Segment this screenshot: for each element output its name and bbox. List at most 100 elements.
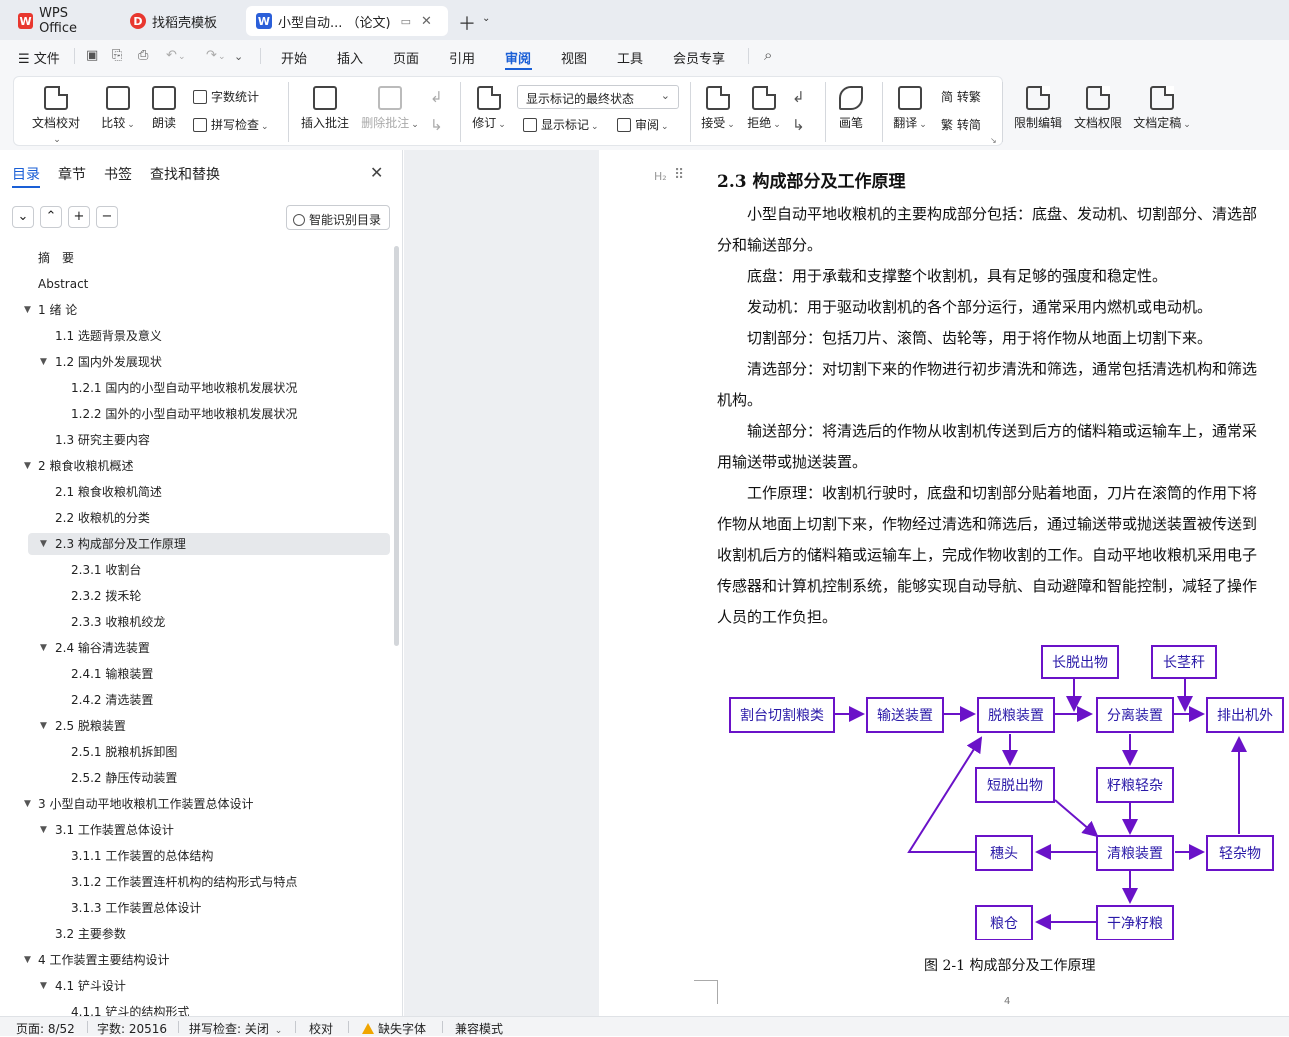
proof-status[interactable]: 校对 bbox=[309, 1020, 333, 1037]
expand-toggle-icon[interactable]: ▼ bbox=[24, 454, 31, 478]
toc-item[interactable]: 4 工作装置主要结构设计 bbox=[38, 948, 169, 972]
page-indicator[interactable]: 页面: 8/52 bbox=[16, 1020, 75, 1037]
expand-button[interactable]: ⌃ bbox=[40, 206, 62, 228]
next-comment-icon[interactable]: ↳ bbox=[430, 116, 443, 134]
finalize-button[interactable]: 文档定稿 ⌄ bbox=[1132, 86, 1192, 131]
menu-insert[interactable]: 插入 bbox=[337, 48, 363, 67]
toc-item[interactable]: 3.1.2 工作装置连杆机构的结构形式与特点 bbox=[71, 870, 297, 894]
spell-check-button[interactable]: 拼写检查 ⌄ bbox=[193, 116, 269, 133]
expand-toggle-icon[interactable]: ▼ bbox=[40, 714, 47, 738]
toc-item[interactable]: 1.2.2 国外的小型自动平地收粮机发展状况 bbox=[71, 402, 297, 426]
close-tab-icon[interactable]: ✕ bbox=[421, 14, 432, 29]
markup-state-select[interactable]: 显示标记的最终状态 ⌄ bbox=[517, 85, 679, 109]
toc-item[interactable]: 2.5.1 脱粮机拆卸图 bbox=[71, 740, 177, 764]
chevron-down-icon[interactable]: ⌄ bbox=[482, 13, 490, 24]
toc-item[interactable]: Abstract bbox=[38, 272, 88, 296]
save-icon[interactable]: ▣ bbox=[86, 48, 98, 63]
toc-item[interactable]: 2.1 粮食收粮机简述 bbox=[55, 480, 162, 504]
tab-bookmarks[interactable]: 书签 bbox=[104, 164, 132, 184]
toc-item[interactable]: 3.1.1 工作装置的总体结构 bbox=[71, 844, 213, 868]
toc-item[interactable]: 2.3 构成部分及工作原理 bbox=[55, 532, 186, 556]
redo-icon[interactable]: ↷ bbox=[206, 48, 217, 63]
toc-item[interactable]: 3.2 主要参数 bbox=[55, 922, 126, 946]
word-count-indicator[interactable]: 字数: 20516 bbox=[97, 1020, 167, 1037]
document-page[interactable]: H₂ ⠿ 2.3 构成部分及工作原理 小型自动平地收粮机的主要构成部分包括：底盘… bbox=[599, 150, 1289, 1016]
translate-button[interactable]: 翻译 ⌄ bbox=[892, 86, 928, 131]
toc-item[interactable]: 1.2 国内外发展现状 bbox=[55, 350, 162, 374]
simplified-convert-button[interactable]: 繁 转简 bbox=[941, 116, 981, 133]
missing-font-status[interactable]: 缺失字体 bbox=[362, 1020, 426, 1037]
expand-toggle-icon[interactable]: ▼ bbox=[40, 974, 47, 998]
next-change-icon[interactable]: ↳ bbox=[792, 116, 805, 134]
toc-item[interactable]: 2.4.1 输粮装置 bbox=[71, 662, 153, 686]
toc-item[interactable]: 4.1.1 铲斗的结构形式 bbox=[71, 1000, 189, 1016]
toc-item[interactable]: 2.3.3 收粮机绞龙 bbox=[71, 610, 165, 634]
accept-button[interactable]: 接受 ⌄ bbox=[700, 86, 736, 131]
show-markup-button[interactable]: 显示标记 ⌄ bbox=[523, 116, 599, 133]
scrollbar[interactable] bbox=[394, 246, 399, 646]
menu-membership[interactable]: 会员专享 bbox=[673, 48, 725, 67]
expand-toggle-icon[interactable]: ▼ bbox=[24, 298, 31, 322]
restrict-edit-button[interactable]: 限制编辑 bbox=[1012, 86, 1064, 131]
toc-item[interactable]: 2.2 收粮机的分类 bbox=[55, 506, 150, 530]
menu-home[interactable]: 开始 bbox=[281, 48, 307, 67]
toc-item[interactable]: 2 粮食收粮机概述 bbox=[38, 454, 133, 478]
tab-toc[interactable]: 目录 bbox=[12, 164, 40, 184]
export-icon[interactable]: ⎘ bbox=[112, 48, 122, 63]
pen-button[interactable]: 画笔 bbox=[835, 86, 867, 131]
smart-toc-button[interactable]: 智能识别目录 bbox=[286, 205, 390, 230]
delete-comment-button[interactable]: 删除批注 ⌄ bbox=[360, 86, 420, 131]
undo-icon[interactable]: ↶ bbox=[166, 48, 177, 63]
expand-toggle-icon[interactable]: ▼ bbox=[40, 532, 47, 556]
redo-menu-icon[interactable]: ⌄ bbox=[218, 52, 226, 62]
drag-handle-icon[interactable]: ⠿ bbox=[674, 167, 684, 183]
menu-file[interactable]: ☰ 文件 bbox=[18, 48, 60, 67]
expand-toggle-icon[interactable]: ▼ bbox=[40, 636, 47, 660]
toc-item[interactable]: 3.1.3 工作装置总体设计 bbox=[71, 896, 201, 920]
window-mode-icon[interactable]: ▭ bbox=[401, 15, 411, 28]
print-preview-icon[interactable]: ⎙ bbox=[138, 48, 148, 63]
add-heading-button[interactable]: + bbox=[68, 206, 90, 228]
review-pane-button[interactable]: 审阅 ⌄ bbox=[617, 116, 669, 133]
undo-menu-icon[interactable]: ⌄ bbox=[178, 52, 186, 62]
toc-item[interactable]: 4.1 铲斗设计 bbox=[55, 974, 126, 998]
compare-button[interactable]: 比较 ⌄ bbox=[98, 86, 138, 131]
expand-toggle-icon[interactable]: ▼ bbox=[24, 948, 31, 972]
remove-heading-button[interactable]: − bbox=[96, 206, 118, 228]
toc-item[interactable]: 2.5.2 静压传动装置 bbox=[71, 766, 177, 790]
toc-item[interactable]: 2.4 输谷清选装置 bbox=[55, 636, 150, 660]
tab-chapters[interactable]: 章节 bbox=[58, 164, 86, 184]
new-tab-icon[interactable]: ＋ bbox=[458, 10, 476, 36]
expand-toggle-icon[interactable]: ▼ bbox=[40, 350, 47, 374]
toc-item[interactable]: 2.5 脱粮装置 bbox=[55, 714, 126, 738]
reject-button[interactable]: 拒绝 ⌄ bbox=[746, 86, 782, 131]
toc-item[interactable]: 摘 要 bbox=[38, 246, 74, 270]
word-count-button[interactable]: 字数统计 bbox=[193, 88, 259, 105]
read-aloud-button[interactable]: 朗读 bbox=[148, 86, 180, 131]
search-icon[interactable]: ⌕ bbox=[764, 46, 772, 64]
menu-tools[interactable]: 工具 bbox=[617, 48, 643, 67]
toc-item[interactable]: 1.2.1 国内的小型自动平地收粮机发展状况 bbox=[71, 376, 297, 400]
doc-permission-button[interactable]: 文档权限 bbox=[1072, 86, 1124, 131]
tab-document[interactable]: W 小型自动... （论文) ▭ ✕ bbox=[246, 6, 448, 36]
customize-chevron-icon[interactable]: ⌄ bbox=[234, 50, 243, 63]
dialog-launcher-icon[interactable]: ↘ bbox=[990, 136, 997, 145]
toc-item[interactable]: 1.3 研究主要内容 bbox=[55, 428, 150, 452]
toc-item[interactable]: 3.1 工作装置总体设计 bbox=[55, 818, 174, 842]
tab-find-replace[interactable]: 查找和替换 bbox=[150, 164, 220, 184]
doc-proof-button[interactable]: 文档校对 ⌄ bbox=[28, 86, 84, 145]
collapse-all-button[interactable]: ⌄ bbox=[12, 206, 34, 228]
toc-item[interactable]: 1 绪 论 bbox=[38, 298, 77, 322]
expand-toggle-icon[interactable]: ▼ bbox=[24, 792, 31, 816]
menu-page[interactable]: 页面 bbox=[393, 48, 419, 67]
toc-item[interactable]: 1.1 选题背景及意义 bbox=[55, 324, 162, 348]
menu-review[interactable]: 审阅 bbox=[505, 48, 531, 67]
previous-comment-icon[interactable]: ↲ bbox=[430, 88, 443, 106]
revise-button[interactable]: 修订 ⌄ bbox=[470, 86, 508, 131]
traditional-convert-button[interactable]: 简 转繁 bbox=[941, 88, 981, 105]
toc-item[interactable]: 2.3.1 收割台 bbox=[71, 558, 141, 582]
toc-item[interactable]: 2.3.2 拨禾轮 bbox=[71, 584, 141, 608]
tab-docer[interactable]: D 找稻壳模板 bbox=[120, 6, 238, 36]
tab-wps-office[interactable]: W WPS Office bbox=[8, 6, 116, 36]
close-icon[interactable]: ✕ bbox=[370, 163, 383, 182]
